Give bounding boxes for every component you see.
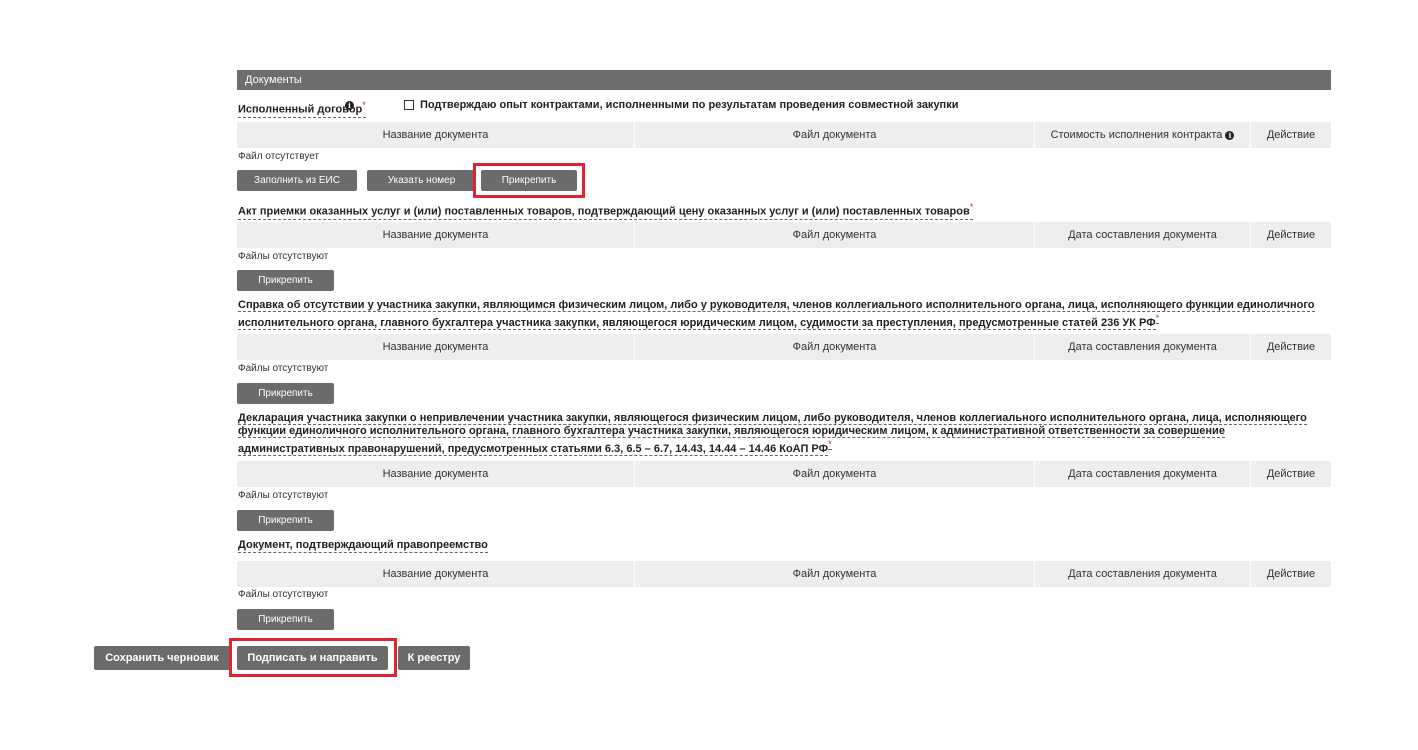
succession-label-text: Документ, подтверждающий правопреемство xyxy=(238,539,488,551)
col-doc-date: Дата составления документа xyxy=(1035,461,1251,487)
criminal-record-label: Справка об отсутствии у участника закупк… xyxy=(238,299,1330,330)
contract-table-header: Название документа Файл документа Стоимо… xyxy=(237,122,1331,148)
col-doc-file: Файл документа xyxy=(635,334,1035,360)
col-action: Действие xyxy=(1251,561,1331,587)
act-label: Акт приемки оказанных услуг и (или) пост… xyxy=(238,201,974,220)
joint-purchase-checkbox-row[interactable]: Подтверждаю опыт контрактами, исполненны… xyxy=(404,99,958,111)
col-contract-cost: Стоимость исполнения контракта i xyxy=(1035,122,1251,148)
col-doc-date: Дата составления документа xyxy=(1035,222,1251,248)
act-attach-button[interactable]: Прикрепить xyxy=(237,270,334,291)
criminal-record-table-header: Название документа Файл документа Дата с… xyxy=(237,334,1331,360)
criminal-record-empty-text: Файлы отсутствуют xyxy=(238,363,329,374)
col-action: Действие xyxy=(1251,122,1331,148)
col-doc-date: Дата составления документа xyxy=(1035,561,1251,587)
declaration-empty-text: Файлы отсутствуют xyxy=(238,490,329,501)
sign-highlight-frame xyxy=(229,638,397,677)
declaration-table-header: Название документа Файл документа Дата с… xyxy=(237,461,1331,487)
attach-highlight-frame xyxy=(473,163,585,198)
col-doc-name: Название документа xyxy=(237,334,635,360)
col-doc-name: Название документа xyxy=(237,461,635,487)
col-action: Действие xyxy=(1251,334,1331,360)
required-marker: * xyxy=(828,439,832,450)
succession-attach-button[interactable]: Прикрепить xyxy=(237,609,334,630)
col-doc-file: Файл документа xyxy=(635,561,1035,587)
succession-empty-text: Файлы отсутствуют xyxy=(238,589,329,600)
specify-number-button[interactable]: Указать номер xyxy=(367,170,476,191)
required-marker: * xyxy=(969,202,974,212)
succession-label: Документ, подтверждающий правопреемство xyxy=(238,539,488,553)
fill-from-eis-button[interactable]: Заполнить из ЕИС xyxy=(237,170,357,191)
to-registry-button[interactable]: К реестру xyxy=(398,646,470,670)
col-doc-file: Файл документа xyxy=(635,461,1035,487)
declaration-label: Декларация участника закупки о непривлеч… xyxy=(238,412,1330,456)
declaration-attach-button[interactable]: Прикрепить xyxy=(237,510,334,531)
act-label-text: Акт приемки оказанных услуг и (или) пост… xyxy=(238,205,970,218)
joint-purchase-checkbox[interactable] xyxy=(404,100,414,110)
succession-table-header: Название документа Файл документа Дата с… xyxy=(237,561,1331,587)
col-contract-cost-label: Стоимость исполнения контракта xyxy=(1050,129,1223,141)
col-action: Действие xyxy=(1251,222,1331,248)
contract-empty-text: Файл отсутствует xyxy=(238,151,320,162)
col-doc-name: Название документа xyxy=(237,561,635,587)
col-doc-name: Название документа xyxy=(237,222,635,248)
col-action: Действие xyxy=(1251,461,1331,487)
contract-label-text: Исполненный договор xyxy=(238,103,363,116)
col-doc-file: Файл документа xyxy=(635,222,1035,248)
required-marker: * xyxy=(362,100,366,110)
criminal-record-label-text: Справка об отсутствии у участника закупк… xyxy=(238,299,1315,330)
act-empty-text: Файлы отсутствуют xyxy=(238,251,329,262)
col-doc-file: Файл документа xyxy=(635,122,1035,148)
info-icon[interactable]: i xyxy=(345,101,354,110)
joint-purchase-checkbox-label[interactable]: Подтверждаю опыт контрактами, исполненны… xyxy=(420,99,958,111)
info-icon[interactable]: i xyxy=(1225,130,1235,140)
criminal-record-attach-button[interactable]: Прикрепить xyxy=(237,383,334,404)
col-doc-date: Дата составления документа xyxy=(1035,334,1251,360)
col-doc-name: Название документа xyxy=(237,122,635,148)
act-table-header: Название документа Файл документа Дата с… xyxy=(237,222,1331,248)
required-marker: * xyxy=(1155,313,1160,324)
declaration-label-text: Декларация участника закупки о непривлеч… xyxy=(238,412,1307,456)
section-header-documents: Документы xyxy=(237,70,1331,90)
save-draft-button[interactable]: Сохранить черновик xyxy=(94,646,230,670)
